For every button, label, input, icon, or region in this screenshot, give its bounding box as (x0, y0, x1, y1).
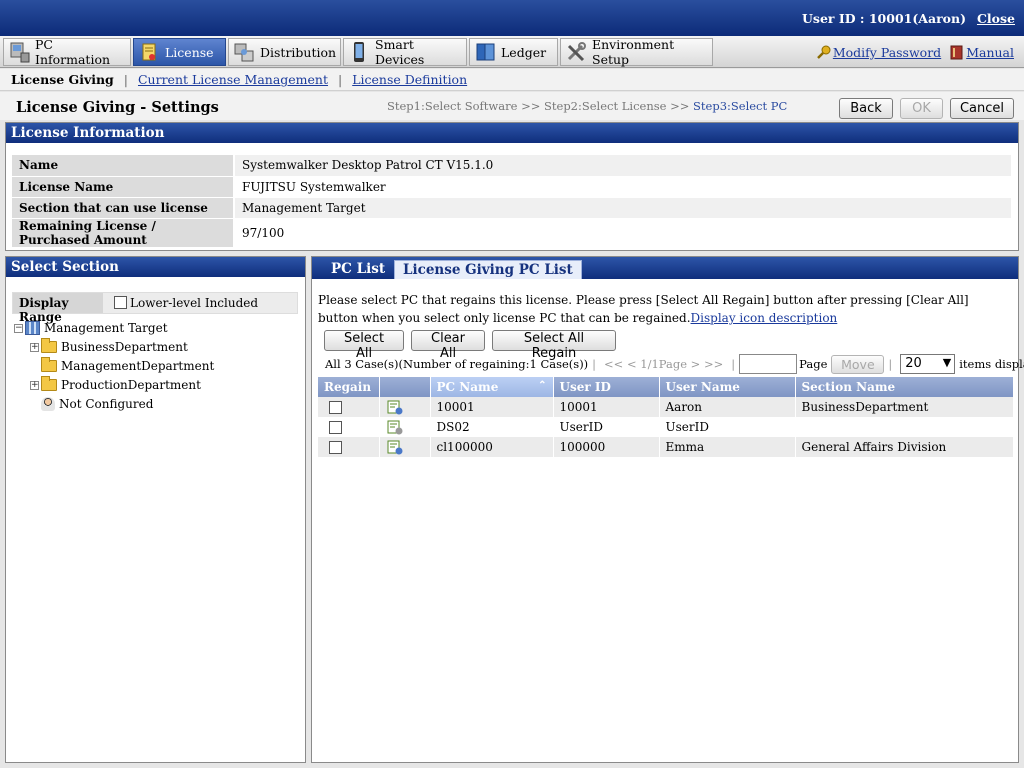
select-section-panel: Select Section Display Range Lower-level… (5, 256, 306, 763)
items-per-page-select[interactable]: 20 ▼ (900, 354, 956, 374)
info-row: Section that can use license Management T… (12, 197, 1011, 219)
menu-environment-setup[interactable]: Environment Setup (560, 37, 713, 67)
chevron-down-icon: ▼ (942, 356, 952, 369)
smartphone-icon (348, 41, 370, 63)
record-count: All 3 Case(s)(Number of regaining:1 Case… (325, 357, 589, 371)
table-row: DS02 UserID UserID (318, 417, 1014, 437)
page-title: License Giving - Settings (16, 99, 219, 116)
close-link[interactable]: Close (977, 11, 1015, 26)
lower-level-checkbox[interactable] (114, 296, 127, 309)
menu-bar: PC Information License Distribution Smar… (0, 36, 1024, 68)
tree-node-not-configured[interactable]: Not Configured (41, 395, 153, 413)
tab-bar: PC List License Giving PC List (312, 257, 1018, 279)
user-icon (41, 397, 55, 411)
sort-ascending-icon: ⌃ (538, 380, 547, 391)
page-navigation[interactable]: << < 1/1Page > >> (604, 357, 723, 371)
ledger-icon (474, 41, 496, 63)
info-row: Remaining License / Purchased Amount 97/1… (12, 218, 1011, 248)
regain-checkbox[interactable] (329, 421, 342, 434)
regain-checkbox[interactable] (329, 441, 342, 454)
license-definition-link[interactable]: License Definition (352, 72, 467, 87)
subnav-current: License Giving (11, 72, 114, 87)
folder-icon (41, 357, 57, 372)
right-links: Modify Password Manual (808, 45, 1014, 60)
menu-pc-information[interactable]: PC Information (3, 37, 131, 67)
instruction-text: Please select PC that regains this licen… (318, 293, 969, 325)
col-pc-name[interactable]: PC Name ⌃ (430, 377, 554, 397)
select-all-regain-button[interactable]: Select All Regain (492, 330, 616, 361)
tree-node-management[interactable]: ManagementDepartment (41, 357, 214, 375)
table-row: 10001 10001 Aaron BusinessDepartment (318, 397, 1014, 417)
info-row: License Name FUJITSU Systemwalker (12, 176, 1011, 198)
col-regain[interactable]: Regain (318, 377, 380, 397)
folder-icon (41, 376, 57, 391)
col-user-name[interactable]: User Name (659, 377, 796, 397)
pc-status-icon (387, 400, 403, 415)
ok-button[interactable]: OK (900, 98, 943, 119)
page-label: Page (799, 357, 828, 371)
display-range-label: Display Range (13, 293, 103, 324)
info-row: Name Systemwalker Desktop Patrol CT V15.1… (12, 155, 1011, 177)
collapse-icon[interactable]: − (14, 323, 23, 333)
col-icon (379, 377, 431, 397)
pc-icon (8, 41, 30, 63)
cancel-button[interactable]: Cancel (950, 98, 1014, 119)
expand-icon[interactable]: + (30, 342, 39, 352)
back-button[interactable]: Back (839, 98, 893, 119)
pc-list-panel: PC List License Giving PC List Please se… (311, 256, 1024, 763)
menu-ledger[interactable]: Ledger (469, 38, 558, 66)
display-range-row: Display Range Lower-level Included (12, 292, 298, 324)
key-icon (816, 45, 831, 60)
top-bar: User ID : 10001(Aaron) Close (0, 0, 1024, 36)
manual-link[interactable]: Manual (966, 45, 1014, 60)
select-all-button[interactable]: Select All (324, 330, 404, 361)
move-button[interactable]: Move (831, 354, 885, 374)
items-displayed-label: items displayed (959, 357, 1024, 371)
license-information-header: License Information (6, 123, 1018, 143)
wizard-steps: Step1:Select Software >> Step2:Select Li… (387, 99, 788, 113)
folder-icon (41, 338, 57, 353)
table-header-row: Regain PC Name ⌃ User ID User Name Sectio… (318, 377, 1014, 397)
tree-node-production[interactable]: + ProductionDepartment (30, 376, 201, 394)
pc-status-icon (387, 420, 403, 435)
clear-all-button[interactable]: Clear All (411, 330, 485, 361)
user-id: User ID : 10001(Aaron) (802, 11, 966, 26)
title-row: License Giving - Settings Step1:Select S… (0, 92, 1024, 120)
pager: All 3 Case(s)(Number of regaining:1 Case… (325, 354, 1024, 374)
current-license-management-link[interactable]: Current License Management (138, 72, 328, 87)
tools-icon (565, 41, 587, 63)
tree-node-business[interactable]: + BusinessDepartment (30, 338, 188, 356)
building-icon (25, 321, 40, 335)
tab-pc-list[interactable]: PC List (323, 260, 393, 279)
lower-level-label: Lower-level Included (130, 296, 259, 310)
menu-smart-devices[interactable]: Smart Devices (343, 37, 467, 67)
select-section-header: Select Section (6, 257, 305, 277)
sub-navigation: License Giving | Current License Managem… (0, 69, 1024, 91)
menu-license[interactable]: License (133, 38, 226, 66)
license-icon (138, 41, 160, 63)
display-icon-description-link[interactable]: Display icon description (691, 311, 838, 325)
license-information-table: Name Systemwalker Desktop Patrol CT V15.1… (12, 155, 1011, 248)
col-user-id[interactable]: User ID (553, 377, 660, 397)
expand-icon[interactable]: + (30, 380, 39, 390)
distribution-icon (233, 41, 255, 63)
tab-license-giving-pc-list[interactable]: License Giving PC List (394, 260, 582, 279)
license-information-panel: License Information Name Systemwalker Des… (5, 122, 1019, 251)
col-section-name[interactable]: Section Name (795, 377, 1014, 397)
manual-book-icon (949, 45, 964, 60)
tree-node-root[interactable]: − Management Target (14, 319, 168, 337)
table-row: cl100000 100000 Emma General Affairs Div… (318, 437, 1014, 457)
menu-distribution[interactable]: Distribution (228, 38, 341, 66)
pc-table: Regain PC Name ⌃ User ID User Name Sectio… (318, 377, 1014, 457)
pc-status-icon (387, 440, 403, 455)
modify-password-link[interactable]: Modify Password (833, 45, 941, 60)
regain-checkbox[interactable] (329, 401, 342, 414)
page-number-input[interactable] (739, 354, 798, 374)
